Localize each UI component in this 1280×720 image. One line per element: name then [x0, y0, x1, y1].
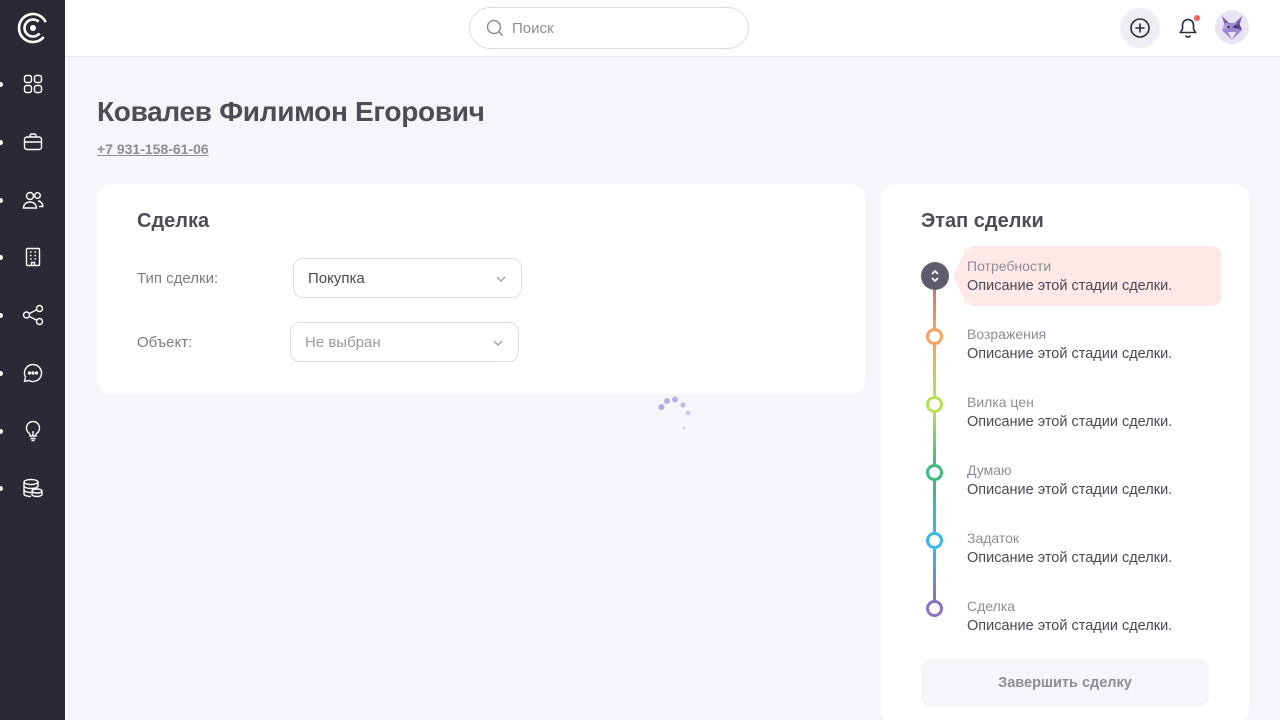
database-icon: [22, 478, 43, 498]
current-stage-toggle[interactable]: [921, 262, 949, 290]
stage-name: Потребности: [967, 258, 1052, 274]
search-box[interactable]: [469, 7, 749, 49]
stage-marker-icon: [926, 600, 943, 617]
notification-badge: [1194, 15, 1200, 21]
search-icon: [486, 19, 504, 37]
stage-marker-icon: [926, 328, 943, 345]
stage-item[interactable]: Думаю Описание этой стадии сделки.: [881, 450, 1249, 510]
deal-type-value: Покупка: [308, 269, 365, 287]
stage-description: Описание этой стадии сделки.: [967, 550, 1173, 566]
briefcase-icon: [23, 133, 42, 151]
search-input[interactable]: [512, 19, 712, 37]
apps-grid-icon: [23, 74, 42, 94]
logo-icon[interactable]: [16, 11, 50, 45]
avatar[interactable]: [1215, 10, 1249, 44]
deal-card: Сделка Тип сделки: Покупка Объект: Не вы…: [97, 184, 865, 394]
stage-item[interactable]: Вилка цен Описание этой стадии сделки.: [881, 382, 1249, 442]
page-title: Ковалев Филимон Егорович: [97, 96, 485, 127]
stage-name: Задаток: [967, 530, 1020, 546]
share-icon: [22, 304, 43, 326]
sidebar-item-apps[interactable]: [0, 64, 65, 104]
stage-item[interactable]: Сделка Описание этой стадии сделки.: [881, 586, 1249, 646]
building-icon: [25, 247, 40, 267]
sidebar-item-database[interactable]: [0, 468, 65, 508]
sidebar-item-ideas[interactable]: [0, 411, 65, 451]
deal-type-select[interactable]: Покупка: [293, 258, 522, 298]
lightbulb-icon: [25, 420, 40, 442]
stage-item[interactable]: Возражения Описание этой стадии сделки.: [881, 314, 1249, 374]
sidebar-item-deals[interactable]: [0, 122, 65, 162]
stage-card-title: Этап сделки: [921, 210, 1044, 232]
stage-marker-icon: [926, 532, 943, 549]
finish-deal-button[interactable]: Завершить сделку: [921, 659, 1209, 707]
stage-description: Описание этой стадии сделки.: [967, 482, 1173, 498]
chat-icon: [23, 363, 42, 383]
deal-stage-card: Этап сделки Потребности Описание этой ста…: [881, 184, 1249, 720]
deal-type-label: Тип сделки:: [137, 270, 219, 287]
users-icon: [22, 191, 44, 209]
stage-marker-icon: [926, 396, 943, 413]
object-label: Объект:: [137, 334, 193, 351]
stage-item[interactable]: Задаток Описание этой стадии сделки.: [881, 518, 1249, 578]
stage-description: Описание этой стадии сделки.: [967, 414, 1173, 430]
sidebar-item-chat[interactable]: [0, 353, 65, 393]
chevron-down-icon: [496, 276, 506, 282]
sidebar-item-clients[interactable]: [0, 180, 65, 220]
chevron-down-icon: [493, 340, 503, 346]
stage-marker-icon: [926, 464, 943, 481]
stage-name: Возражения: [967, 326, 1047, 342]
sidebar-item-objects[interactable]: [0, 237, 65, 277]
chevron-up-down-icon: [931, 269, 939, 283]
add-button[interactable]: [1120, 8, 1160, 48]
stage-description: Описание этой стадии сделки.: [967, 618, 1173, 634]
stage-name: Вилка цен: [967, 394, 1034, 410]
stage-description: Описание этой стадии сделки.: [967, 278, 1173, 294]
object-select[interactable]: Не выбран: [290, 322, 519, 362]
wolf-avatar-icon: [1222, 16, 1242, 40]
deal-card-title: Сделка: [137, 210, 210, 232]
stage-name: Сделка: [967, 598, 1015, 614]
stage-name: Думаю: [967, 462, 1012, 478]
loading-spinner-icon: [658, 396, 691, 430]
stage-description: Описание этой стадии сделки.: [967, 346, 1173, 362]
sidebar-item-share[interactable]: [0, 295, 65, 335]
notifications-button[interactable]: [1170, 8, 1206, 48]
object-value: Не выбран: [305, 333, 381, 351]
client-phone-link[interactable]: +7 931-158-61-06: [97, 141, 209, 157]
plus-circle-icon: [1130, 18, 1150, 38]
sidebar: [0, 0, 65, 720]
topbar: [65, 0, 1280, 57]
